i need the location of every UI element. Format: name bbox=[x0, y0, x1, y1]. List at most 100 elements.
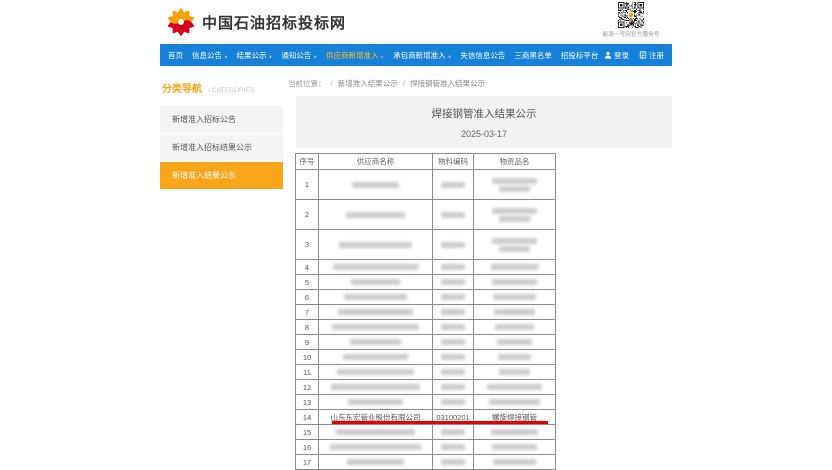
red-underline-annotation bbox=[332, 421, 548, 424]
cell-item bbox=[473, 379, 556, 395]
cell-supplier bbox=[318, 379, 433, 395]
cell-supplier bbox=[318, 319, 433, 335]
redacted-text bbox=[344, 294, 407, 300]
redacted-text bbox=[496, 339, 533, 345]
redacted-text bbox=[491, 177, 538, 184]
redacted-text bbox=[493, 294, 536, 300]
redacted-text bbox=[491, 429, 538, 435]
cell-item bbox=[473, 304, 556, 320]
qr-code-icon bbox=[618, 2, 644, 28]
breadcrumb-item-category[interactable]: 新增准入结果公示 bbox=[338, 79, 398, 88]
article-title: 焊接钢管准入结果公示 bbox=[431, 108, 537, 120]
login-button[interactable]: 登录 bbox=[604, 50, 629, 61]
redacted-text bbox=[499, 215, 530, 222]
chevron-down-icon: ∨ bbox=[380, 54, 385, 59]
redacted-text bbox=[441, 354, 465, 360]
breadcrumb-item-current[interactable]: 焊接钢管准入结果公示 bbox=[410, 79, 485, 88]
register-button[interactable]: 注册 bbox=[639, 50, 664, 61]
redacted-text bbox=[345, 211, 406, 218]
col-header-item: 物资品名 bbox=[473, 153, 556, 170]
redacted-text bbox=[332, 324, 419, 330]
cell-no: 6 bbox=[295, 289, 319, 305]
redacted-text bbox=[441, 384, 465, 390]
cell-supplier bbox=[318, 229, 433, 260]
table-row: 10 bbox=[295, 349, 556, 365]
col-header-no: 序号 bbox=[295, 153, 319, 170]
cell-supplier bbox=[318, 259, 433, 275]
petrochina-logo-icon bbox=[167, 7, 195, 37]
cell-code bbox=[432, 319, 474, 335]
cell-item bbox=[473, 424, 556, 440]
table-row: 8 bbox=[295, 319, 556, 335]
cell-code bbox=[432, 274, 474, 290]
nav-item[interactable]: 供应商新增准入 ∨ bbox=[326, 50, 384, 61]
chevron-down-icon: ∨ bbox=[447, 54, 452, 59]
nav-item[interactable]: 失信信息公告 bbox=[460, 50, 505, 61]
cell-code bbox=[432, 349, 474, 365]
redacted-text bbox=[441, 444, 465, 450]
sidebar-item[interactable]: 新增准入招标公告 bbox=[160, 106, 283, 133]
cell-supplier bbox=[318, 424, 433, 440]
article-date: 2025-03-17 bbox=[460, 129, 508, 139]
chevron-down-icon: ∨ bbox=[224, 54, 228, 59]
redacted-text bbox=[490, 264, 539, 270]
nav-item[interactable]: 信息公告 ∨ bbox=[192, 50, 228, 61]
cell-code bbox=[432, 289, 474, 305]
redacted-text bbox=[441, 324, 465, 330]
nav-item[interactable]: 三商黑名单 bbox=[514, 50, 552, 61]
nav-item[interactable]: 通知公告 ∨ bbox=[281, 50, 317, 61]
results-table-wrap: 序号 供应商名称 物料编码 物资品名 1 2 3 4 5 6 7 8 9 10 11 12 13 14 山东… bbox=[295, 153, 557, 470]
redacted-text bbox=[441, 339, 465, 345]
cell-supplier bbox=[318, 199, 433, 230]
nav-item[interactable]: 结果公示 ∨ bbox=[237, 50, 273, 61]
nav-item[interactable]: 首页 bbox=[168, 50, 183, 61]
table-row: 17 bbox=[295, 454, 556, 470]
page: 中国石油招标投标网 能源一号网官方服务号 首页 信息公告 ∨ 结果公示 ∨ 通知公告 ∨ 供应… bbox=[0, 0, 832, 470]
redacted-text bbox=[493, 459, 536, 465]
redacted-text bbox=[339, 241, 412, 248]
redacted-text bbox=[441, 211, 465, 218]
redacted-text bbox=[335, 429, 416, 435]
redacted-text bbox=[441, 264, 465, 270]
cell-code bbox=[432, 169, 474, 200]
cell-item bbox=[473, 274, 556, 290]
nav-item[interactable]: 招投标平台 bbox=[561, 50, 599, 61]
cell-item bbox=[473, 169, 556, 200]
register-icon bbox=[639, 51, 647, 59]
cell-supplier bbox=[318, 454, 433, 470]
chevron-down-icon: ∨ bbox=[313, 54, 318, 59]
table-row: 3 bbox=[295, 229, 556, 260]
redacted-text bbox=[441, 369, 465, 375]
cell-item bbox=[473, 259, 556, 275]
cell-no: 14 bbox=[295, 409, 319, 425]
cell-supplier bbox=[318, 304, 433, 320]
redacted-text bbox=[441, 399, 465, 405]
nav-item[interactable]: 承包商新增准入 ∨ bbox=[393, 50, 451, 61]
cell-supplier bbox=[318, 334, 433, 350]
table-row: 16 bbox=[295, 439, 556, 455]
redacted-text bbox=[441, 309, 465, 315]
breadcrumb-separator: / bbox=[402, 79, 405, 88]
table-row: 4 bbox=[295, 259, 556, 275]
cell-no: 4 bbox=[295, 259, 319, 275]
redacted-text bbox=[343, 354, 408, 360]
sidebar: 分类导航 / CATEGORIES 新增准入招标公告 新增准入招标结果公示 新增准入… bbox=[160, 76, 283, 470]
cell-supplier bbox=[318, 394, 433, 410]
cell-item bbox=[473, 229, 556, 260]
sidebar-item[interactable]: 新增准入招标结果公示 bbox=[160, 134, 283, 161]
redacted-text bbox=[441, 181, 465, 188]
breadcrumb: 当前位置： / 新增准入结果公示 / 焊接钢管准入结果公示 bbox=[287, 76, 672, 96]
cell-code bbox=[432, 259, 474, 275]
cell-supplier bbox=[318, 439, 433, 455]
sidebar-item[interactable]: 新增准入结果公示 bbox=[160, 162, 283, 189]
table-row: 1 bbox=[295, 169, 556, 200]
cell-no: 1 bbox=[295, 169, 319, 200]
table-body: 1 2 3 4 5 6 7 8 9 10 11 12 13 14 山东东宏管业股份有限公司 03100201 螺… bbox=[295, 169, 556, 470]
cell-code bbox=[432, 439, 474, 455]
redacted-text bbox=[441, 429, 465, 435]
cell-no: 8 bbox=[295, 319, 319, 335]
nav-items: 首页 信息公告 ∨ 结果公示 ∨ 通知公告 ∨ 供应商新增准入 ∨ 承包商新增准入 ∨ 失信信息公告三… bbox=[168, 50, 598, 61]
redacted-text bbox=[349, 339, 402, 345]
redacted-text bbox=[488, 399, 541, 405]
redacted-text bbox=[499, 185, 530, 192]
